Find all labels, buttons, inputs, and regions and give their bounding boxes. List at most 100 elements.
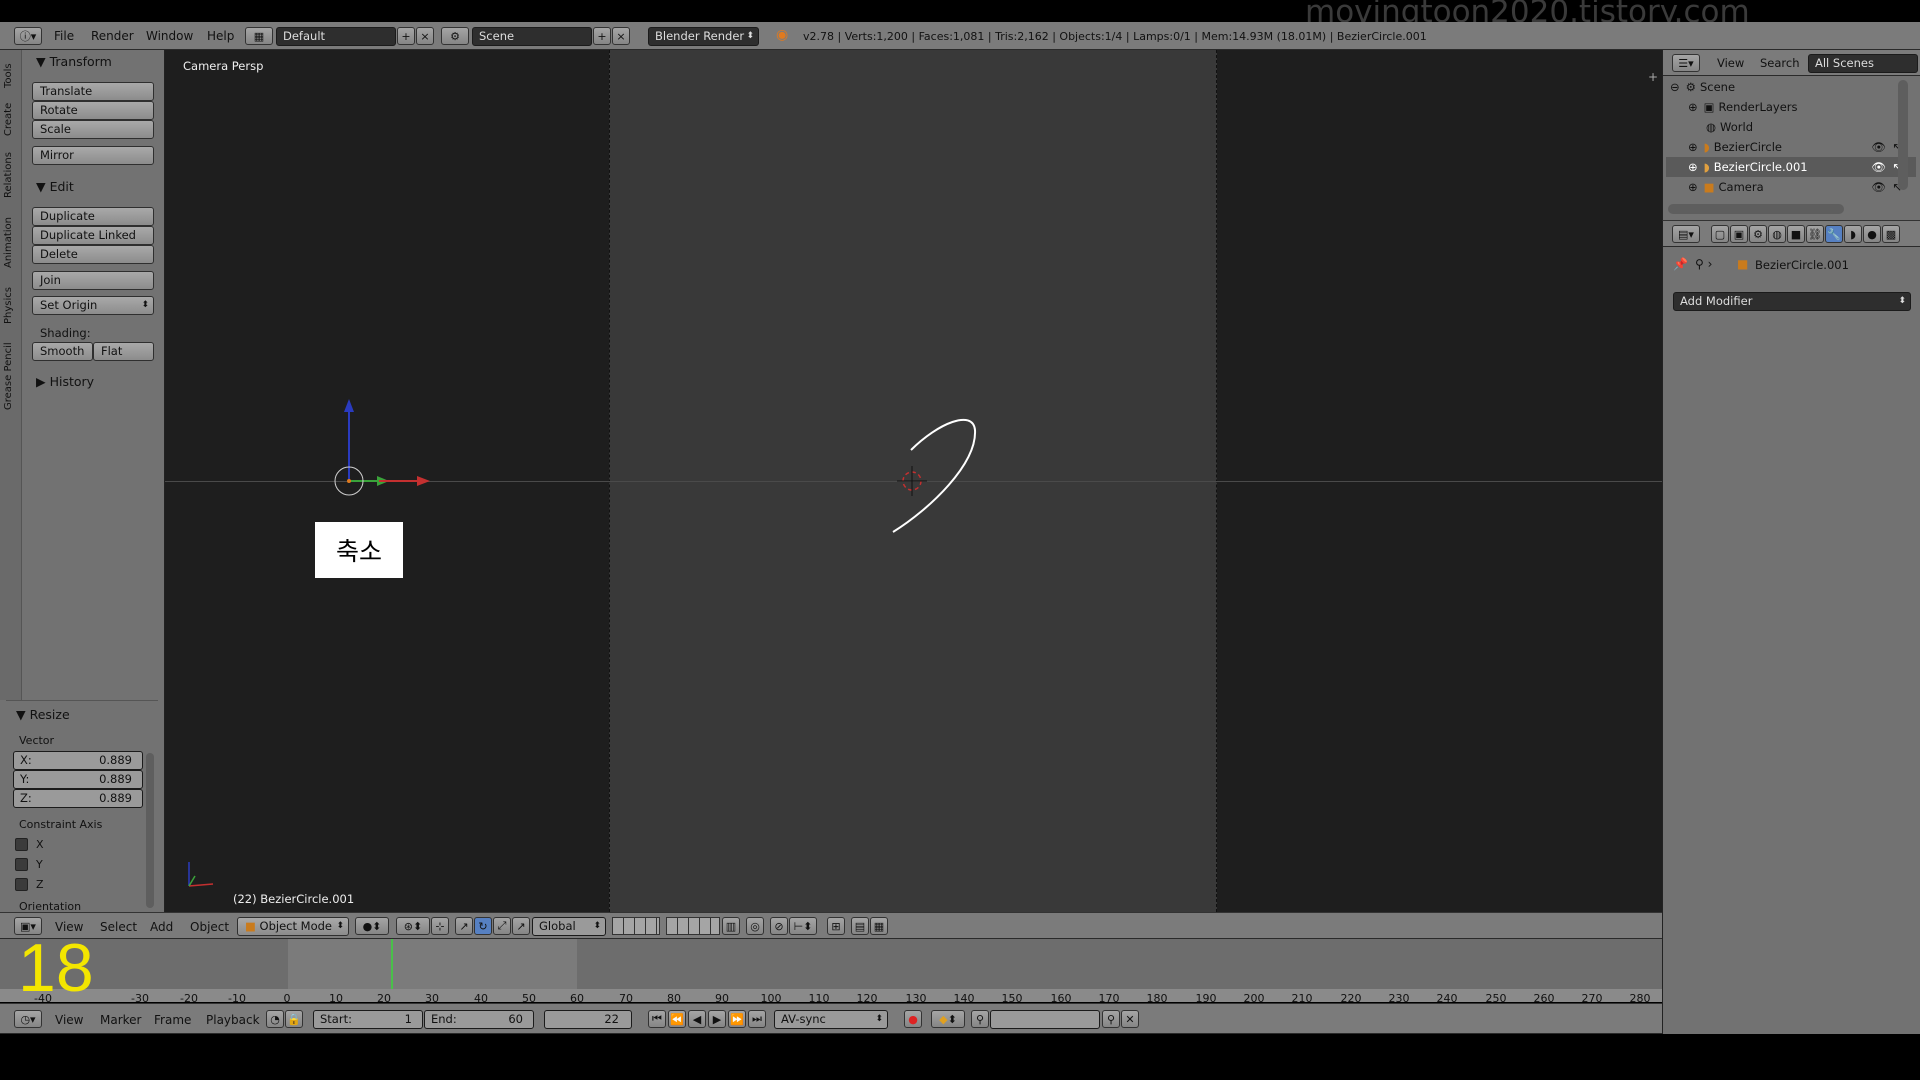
- proportional-edit-icon[interactable]: ◎: [746, 917, 764, 935]
- vector-x-field[interactable]: X: 0.889: [13, 751, 143, 770]
- duplicate-button[interactable]: Duplicate: [32, 207, 154, 226]
- rotate-button[interactable]: Rotate: [32, 101, 154, 120]
- add-scene-icon[interactable]: +: [593, 27, 611, 45]
- join-button[interactable]: Join: [32, 271, 154, 290]
- manipulator-extra-icon[interactable]: ↗: [512, 917, 530, 935]
- start-frame-field[interactable]: Start: 1: [313, 1010, 423, 1029]
- delete-button[interactable]: Delete: [32, 245, 154, 264]
- render-tab-icon[interactable]: ▢: [1711, 225, 1729, 243]
- frame-marker[interactable]: [391, 939, 393, 989]
- delete-scene-icon[interactable]: ×: [612, 27, 630, 45]
- opengl-render-icon[interactable]: ▤: [851, 917, 869, 935]
- scene-icon[interactable]: ⚙: [441, 27, 469, 45]
- tab-relations[interactable]: Relations: [3, 146, 17, 204]
- viewport-plus-icon[interactable]: +: [1648, 70, 1658, 84]
- layers-group-1[interactable]: [612, 917, 660, 935]
- constraint-x-checkbox[interactable]: [15, 838, 28, 851]
- menu-help[interactable]: Help: [207, 29, 234, 43]
- edit-panel-header[interactable]: ▼ Edit: [36, 179, 74, 194]
- texture-tab-icon[interactable]: ▩: [1882, 225, 1900, 243]
- tab-physics[interactable]: Physics: [3, 280, 17, 332]
- add-modifier-select[interactable]: Add Modifier ⬍: [1673, 292, 1911, 311]
- insert-key-icon[interactable]: ⚲: [1102, 1010, 1120, 1028]
- manipulator-toggle-icon[interactable]: ⊹: [431, 917, 449, 935]
- add-layout-icon[interactable]: +: [397, 27, 415, 45]
- scene-field[interactable]: Scene: [472, 27, 592, 46]
- outliner-menu-search[interactable]: Search: [1760, 56, 1800, 70]
- history-panel-header[interactable]: ▶ History: [36, 374, 94, 389]
- constraint-z-checkbox[interactable]: [15, 878, 28, 891]
- jump-key-forward-icon[interactable]: ⏩: [728, 1010, 746, 1028]
- preview-range-icon[interactable]: ◔: [266, 1010, 284, 1028]
- layers-tab-icon[interactable]: ▣: [1730, 225, 1748, 243]
- outliner-row-scene[interactable]: ⊖ ⚙ Scene: [1666, 77, 1916, 97]
- translate-manipulator-icon[interactable]: ↗: [455, 917, 473, 935]
- record-icon[interactable]: ●: [904, 1010, 922, 1028]
- timeline-area[interactable]: 18: [0, 930, 1662, 1006]
- editor-type-icon[interactable]: ⓘ▾: [14, 27, 42, 45]
- visibility-eye-icon[interactable]: 👁: [1871, 180, 1886, 194]
- jump-end-icon[interactable]: ⏭: [748, 1010, 766, 1028]
- play-icon[interactable]: ▶: [708, 1010, 726, 1028]
- outliner-editor-icon[interactable]: ☰▾: [1672, 54, 1700, 72]
- menu-window[interactable]: Window: [146, 29, 193, 43]
- tab-create[interactable]: Create: [3, 98, 17, 140]
- view3d-menu-object[interactable]: Object: [190, 920, 229, 934]
- constraint-y-checkbox[interactable]: [15, 858, 28, 871]
- material-tab-icon[interactable]: ●: [1863, 225, 1881, 243]
- resize-panel-header[interactable]: ▼ Resize: [16, 707, 70, 722]
- mirror-button[interactable]: Mirror: [32, 146, 154, 165]
- translate-button[interactable]: Translate: [32, 82, 154, 101]
- timeline-menu-marker[interactable]: Marker: [100, 1013, 141, 1027]
- outliner-row-renderlayers[interactable]: ⊕ ▣ RenderLayers: [1666, 97, 1916, 117]
- visibility-eye-icon[interactable]: 👁: [1871, 140, 1886, 154]
- shading-mode-icon[interactable]: ●⬍: [355, 917, 389, 935]
- layer-lock-icon[interactable]: ▥: [722, 917, 740, 935]
- outliner-filter-select[interactable]: All Scenes: [1808, 54, 1918, 73]
- keying-active-icon[interactable]: ⚲: [971, 1010, 989, 1028]
- view3d-menu-add[interactable]: Add: [150, 920, 173, 934]
- object-tab-icon[interactable]: ■: [1787, 225, 1805, 243]
- screen-layout-icon[interactable]: ▦: [245, 27, 273, 45]
- timeline-menu-frame[interactable]: Frame: [154, 1013, 191, 1027]
- timeline-menu-view[interactable]: View: [55, 1013, 83, 1027]
- snap-element-icon[interactable]: ⊢⬍: [789, 917, 817, 935]
- vector-z-field[interactable]: Z: 0.889: [13, 789, 143, 808]
- visibility-eye-icon[interactable]: 👁: [1871, 160, 1886, 174]
- pivot-icon[interactable]: ⊛⬍: [396, 917, 430, 935]
- transform-panel-header[interactable]: ▼ Transform: [36, 54, 112, 69]
- jump-key-back-icon[interactable]: ⏪: [668, 1010, 686, 1028]
- outliner-row-camera[interactable]: ⊕ ■ Camera 👁 ↖: [1666, 177, 1916, 197]
- flat-button[interactable]: Flat: [93, 342, 154, 361]
- outliner-vscrollbar[interactable]: [1898, 80, 1908, 190]
- world-tab-icon[interactable]: ◍: [1768, 225, 1786, 243]
- render-engine-select[interactable]: Blender Render ⬍: [648, 27, 759, 46]
- orientation-select[interactable]: Global ⬍: [532, 917, 606, 936]
- smooth-button[interactable]: Smooth: [32, 342, 93, 361]
- constraints-tab-icon[interactable]: ⛓: [1806, 225, 1824, 243]
- menu-render[interactable]: Render: [91, 29, 134, 43]
- scale-manipulator-icon[interactable]: ⤢: [493, 917, 511, 935]
- outliner-menu-view[interactable]: View: [1717, 56, 1744, 70]
- modifiers-tab-icon[interactable]: 🔧: [1825, 225, 1843, 243]
- viewport-3d[interactable]: Camera Persp 축소 (22) BezierCircle.001 +: [165, 50, 1662, 912]
- pin-icon[interactable]: 📌: [1673, 257, 1688, 271]
- mode-select[interactable]: ■ Object Mode ⬍: [237, 917, 349, 936]
- snap-target-icon[interactable]: ⊞: [827, 917, 845, 935]
- layers-group-2[interactable]: [666, 917, 720, 935]
- outliner-row-world[interactable]: ◍ World: [1666, 117, 1916, 137]
- tab-animation[interactable]: Animation: [3, 210, 17, 276]
- keying-set-field[interactable]: [990, 1010, 1100, 1029]
- scale-button[interactable]: Scale: [32, 120, 154, 139]
- sync-select[interactable]: AV-sync ⬍: [774, 1010, 888, 1029]
- snap-toggle-icon[interactable]: ⊘: [770, 917, 788, 935]
- timeline-menu-playback[interactable]: Playback: [206, 1013, 260, 1027]
- duplicate-linked-button[interactable]: Duplicate Linked: [32, 226, 154, 245]
- view3d-menu-select[interactable]: Select: [100, 920, 137, 934]
- operator-scrollbar[interactable]: [146, 753, 154, 908]
- set-origin-select[interactable]: Set Origin ⬍: [32, 296, 154, 315]
- keying-set-icon[interactable]: ◆ ⬍: [931, 1010, 965, 1028]
- outliner-hscrollbar[interactable]: [1668, 204, 1844, 214]
- timeline-editor-icon[interactable]: ◷▾: [14, 1010, 42, 1028]
- jump-start-icon[interactable]: ⏮: [648, 1010, 666, 1028]
